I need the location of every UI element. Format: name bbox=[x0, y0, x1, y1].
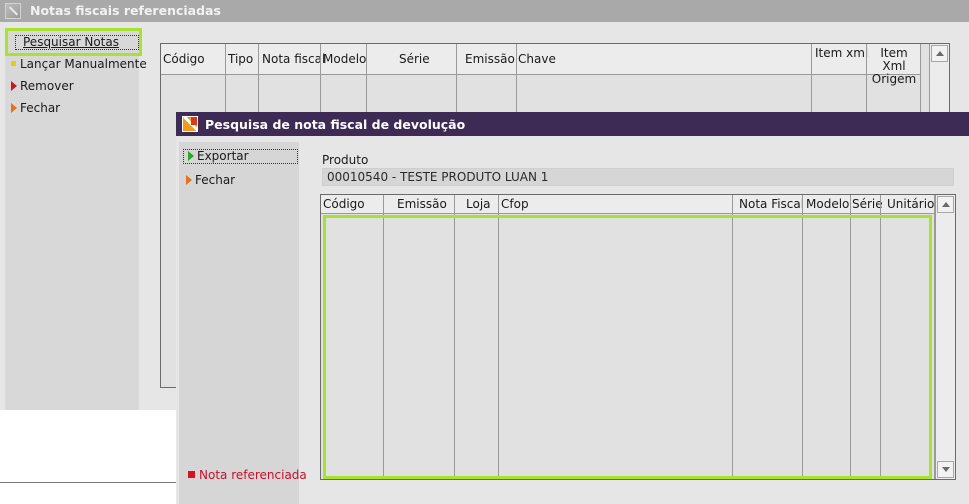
lancar-manualmente-button[interactable]: Lançar Manualmente bbox=[11, 56, 147, 72]
legend-nota-referenciada: Nota referenciada bbox=[188, 468, 307, 482]
exportar-button[interactable]: Exportar bbox=[183, 149, 298, 164]
pesquisar-notas-label: Pesquisar Notas bbox=[23, 35, 119, 49]
fechar-label: Fechar bbox=[20, 101, 61, 115]
yellow-dot-icon bbox=[11, 61, 16, 66]
scroll-up-button[interactable] bbox=[931, 45, 948, 62]
lancar-manualmente-label: Lançar Manualmente bbox=[20, 57, 147, 71]
dialog-fechar-button[interactable]: Fechar bbox=[186, 172, 235, 188]
scroll-up-button[interactable] bbox=[937, 196, 954, 213]
arrow-up-icon bbox=[936, 51, 944, 56]
dialog-fechar-label: Fechar bbox=[195, 173, 236, 187]
background-titlebar: Notas fiscais referenciadas bbox=[0, 0, 969, 22]
arrow-up-icon bbox=[942, 202, 950, 207]
pesquisar-notas-button[interactable]: Pesquisar Notas bbox=[15, 35, 139, 50]
dialog-grid-scrollbar[interactable] bbox=[935, 195, 955, 479]
notas-devolucao-grid[interactable]: Código Emissão Loja Cfop Nota Fiscal Mod… bbox=[320, 194, 956, 480]
dialog-title: Pesquisa de nota fiscal de devolução bbox=[205, 117, 466, 132]
produto-label: Produto bbox=[322, 153, 369, 167]
green-triangle-icon bbox=[188, 151, 194, 161]
devolucao-search-dialog: Pesquisa de nota fiscal de devolução Exp… bbox=[176, 112, 969, 504]
red-triangle-icon bbox=[11, 81, 17, 91]
remover-button[interactable]: Remover bbox=[11, 78, 74, 94]
orange-triangle-icon bbox=[186, 175, 192, 185]
remover-label: Remover bbox=[20, 79, 74, 93]
window-app-icon bbox=[5, 3, 21, 19]
dialog-app-icon bbox=[182, 116, 198, 132]
background-window-title: Notas fiscais referenciadas bbox=[30, 3, 221, 18]
arrow-down-icon bbox=[942, 467, 950, 472]
produto-field: 00010540 - TESTE PRODUTO LUAN 1 bbox=[322, 168, 954, 186]
dialog-titlebar[interactable]: Pesquisa de nota fiscal de devolução bbox=[176, 112, 969, 136]
highlight-box-grid-body bbox=[323, 215, 932, 479]
divider-line bbox=[0, 482, 178, 483]
red-square-icon bbox=[188, 471, 195, 478]
orange-triangle-icon bbox=[11, 103, 17, 113]
background-sidebar: Pesquisar Notas Lançar Manualmente Remov… bbox=[5, 28, 147, 410]
scroll-down-button[interactable] bbox=[937, 461, 954, 478]
legend-label: Nota referenciada bbox=[199, 468, 307, 482]
fechar-button[interactable]: Fechar bbox=[11, 100, 60, 116]
dialog-sidebar: Exportar Fechar Nota referenciada bbox=[179, 142, 307, 504]
exportar-label: Exportar bbox=[197, 149, 249, 163]
